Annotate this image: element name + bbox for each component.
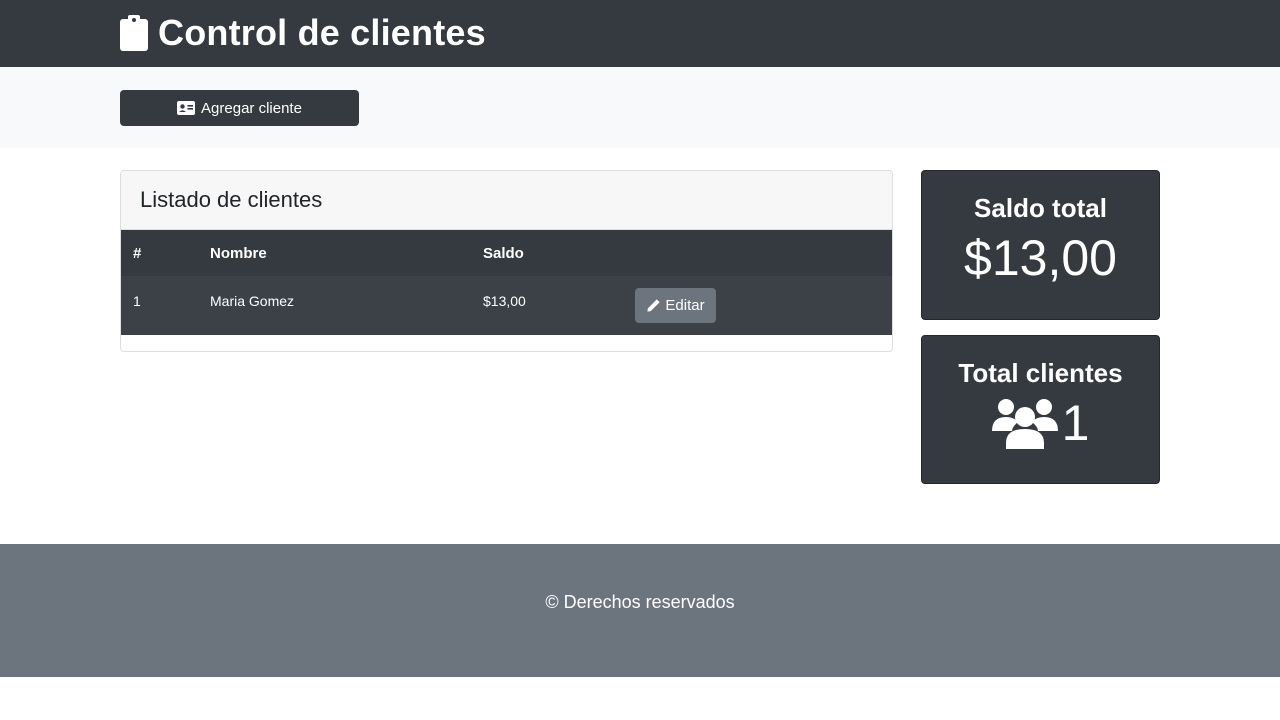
total-clients-title: Total clientes (958, 358, 1123, 388)
page-footer: © Derechos reservados (0, 544, 1280, 677)
column-header-name: Nombre (210, 244, 267, 262)
app-header: Control de clientes (0, 0, 1280, 67)
id-card-icon (177, 101, 196, 115)
add-client-label: Agregar cliente (201, 99, 302, 117)
client-saldo: $13,00 (483, 293, 526, 309)
edit-client-button[interactable]: Editar (635, 288, 716, 323)
add-client-button[interactable]: Agregar cliente (120, 90, 359, 126)
total-clients-row: 1 (922, 394, 1159, 452)
client-list-title: Listado de clientes (140, 187, 323, 212)
users-icon (991, 397, 1058, 449)
header-brand: Control de clientes (120, 13, 486, 53)
client-name: Maria Gomez (210, 293, 295, 309)
column-header-saldo: Saldo (483, 244, 524, 262)
total-balance-card: Saldo total $13,00 (921, 170, 1160, 320)
clipboard-icon (120, 15, 148, 51)
total-clients-count: 1 (1061, 395, 1090, 451)
column-header-number: # (133, 244, 142, 262)
client-list-header: Listado de clientes (121, 171, 892, 230)
footer-text: © Derechos reservados (545, 592, 735, 612)
table-header-row: # Nombre Saldo (121, 230, 892, 276)
total-balance-title: Saldo total (974, 193, 1107, 223)
pencil-icon (646, 298, 661, 313)
client-list-card: Listado de clientes # Nombre Saldo 1 Mar… (120, 170, 893, 352)
clients-table: # Nombre Saldo 1 Maria Gomez $13,00 Edit… (121, 230, 892, 335)
page-title: Control de clientes (158, 12, 486, 53)
actions-bar: Agregar cliente (0, 67, 1280, 148)
client-number: 1 (133, 293, 141, 309)
column-header-actions (623, 230, 892, 276)
table-row: 1 Maria Gomez $13,00 Editar (121, 276, 892, 335)
edit-label: Editar (665, 297, 705, 314)
total-balance-value: $13,00 (964, 230, 1117, 286)
client-actions: Editar (623, 276, 892, 335)
total-clients-card: Total clientes 1 (921, 335, 1160, 484)
